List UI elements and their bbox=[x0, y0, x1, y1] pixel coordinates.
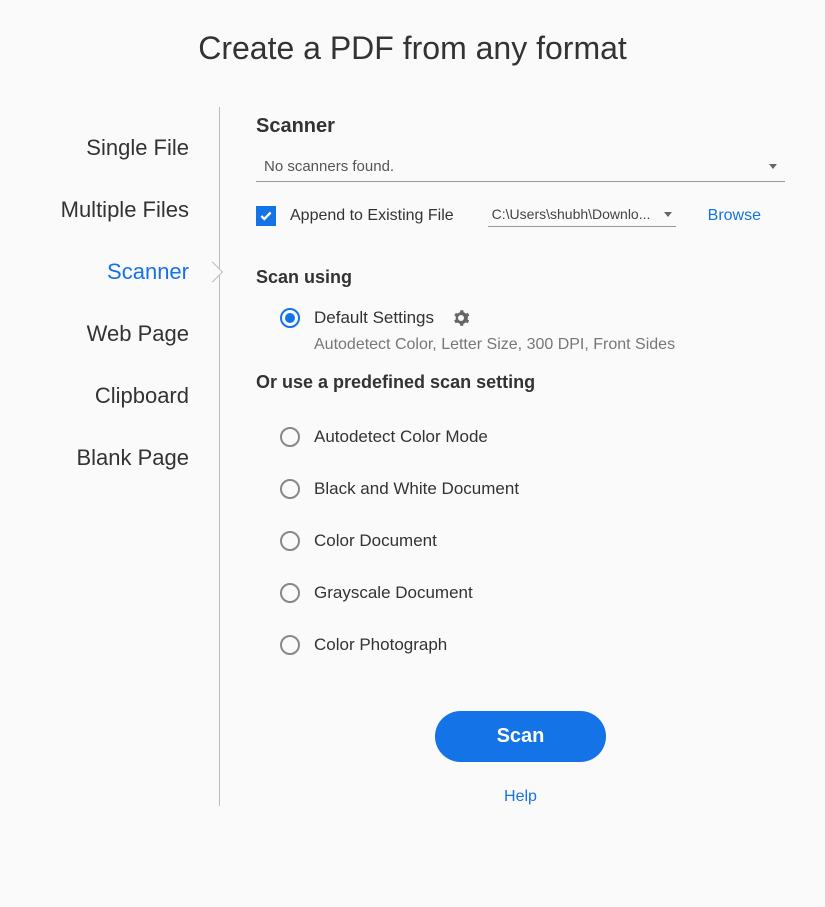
help-link[interactable]: Help bbox=[504, 788, 537, 805]
radio-color-document[interactable]: Color Document bbox=[256, 515, 785, 567]
gear-icon[interactable] bbox=[452, 309, 470, 327]
check-icon bbox=[259, 209, 273, 223]
action-row: Scan bbox=[256, 711, 785, 762]
append-label: Append to Existing File bbox=[290, 207, 454, 225]
default-settings-desc: Autodetect Color, Letter Size, 300 DPI, … bbox=[256, 336, 785, 354]
browse-link[interactable]: Browse bbox=[708, 207, 761, 225]
scanner-dropdown[interactable]: No scanners found. bbox=[256, 152, 785, 182]
sidebar-item-clipboard[interactable]: Clipboard bbox=[40, 365, 219, 427]
radio-label: Black and White Document bbox=[314, 479, 519, 499]
chevron-down-icon bbox=[664, 212, 672, 217]
radio-default-settings[interactable]: Default Settings bbox=[256, 302, 785, 334]
body-wrap: Single File Multiple Files Scanner Web P… bbox=[0, 107, 825, 806]
radio-input[interactable] bbox=[280, 635, 300, 655]
page-title: Create a PDF from any format bbox=[0, 0, 825, 107]
sidebar: Single File Multiple Files Scanner Web P… bbox=[40, 107, 220, 806]
main-panel: Scanner No scanners found. Append to Exi… bbox=[220, 107, 785, 806]
append-path-dropdown[interactable]: C:\Users\shubh\Downlo... bbox=[488, 204, 676, 227]
sidebar-item-single-file[interactable]: Single File bbox=[40, 117, 219, 179]
preset-heading: Or use a predefined scan setting bbox=[256, 372, 785, 393]
radio-label-default: Default Settings bbox=[314, 308, 434, 328]
radio-black-white[interactable]: Black and White Document bbox=[256, 463, 785, 515]
scan-button[interactable]: Scan bbox=[435, 711, 607, 762]
append-path-value: C:\Users\shubh\Downlo... bbox=[492, 206, 664, 222]
radio-color-photo[interactable]: Color Photograph bbox=[256, 619, 785, 671]
radio-input[interactable] bbox=[280, 427, 300, 447]
radio-label: Autodetect Color Mode bbox=[314, 427, 488, 447]
radio-grayscale[interactable]: Grayscale Document bbox=[256, 567, 785, 619]
radio-input-default[interactable] bbox=[280, 308, 300, 328]
append-checkbox[interactable] bbox=[256, 206, 276, 226]
radio-autodetect-color[interactable]: Autodetect Color Mode bbox=[256, 411, 785, 463]
radio-input[interactable] bbox=[280, 583, 300, 603]
radio-input[interactable] bbox=[280, 479, 300, 499]
scan-using-heading: Scan using bbox=[256, 267, 785, 288]
radio-label: Color Document bbox=[314, 531, 437, 551]
sidebar-item-scanner[interactable]: Scanner bbox=[40, 241, 219, 303]
radio-label: Color Photograph bbox=[314, 635, 447, 655]
append-row: Append to Existing File C:\Users\shubh\D… bbox=[256, 204, 785, 227]
sidebar-item-blank-page[interactable]: Blank Page bbox=[40, 427, 219, 489]
radio-label: Grayscale Document bbox=[314, 583, 473, 603]
radio-input[interactable] bbox=[280, 531, 300, 551]
scanner-dropdown-value: No scanners found. bbox=[264, 158, 769, 175]
sidebar-item-web-page[interactable]: Web Page bbox=[40, 303, 219, 365]
help-row: Help bbox=[256, 788, 785, 806]
sidebar-item-multiple-files[interactable]: Multiple Files bbox=[40, 179, 219, 241]
chevron-down-icon bbox=[769, 164, 777, 169]
scanner-heading: Scanner bbox=[256, 115, 785, 138]
